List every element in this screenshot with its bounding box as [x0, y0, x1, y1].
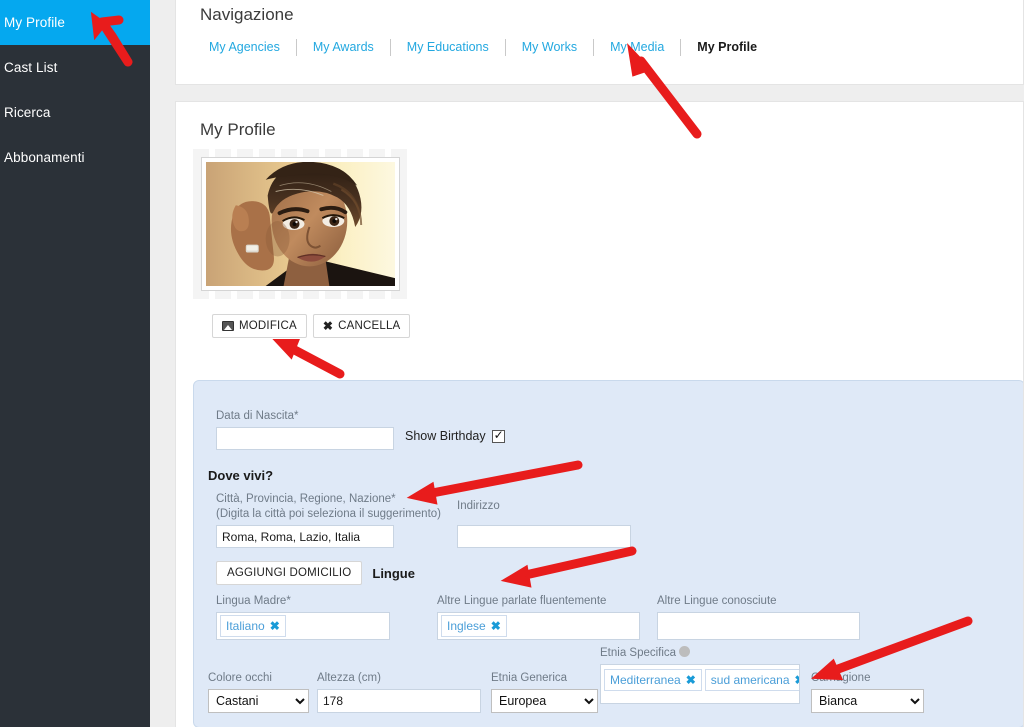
eye-color-field: Colore occhi Castani — [208, 671, 309, 713]
specific-ethnicity-field: Etnia Specifica Mediterranea ✖ sud ameri… — [600, 646, 800, 704]
city-field-label: Città, Provincia, Regione, Nazione* — [216, 493, 396, 505]
tag-remove-icon[interactable]: ✖ — [491, 618, 501, 634]
sidebar-item-label: Cast List — [4, 60, 58, 75]
profile-photo — [206, 162, 395, 286]
app-window: My Profile Cast List Ricerca Abbonamenti… — [0, 0, 1024, 727]
city-field: Città, Provincia, Regione, Nazione* (Dig… — [216, 492, 441, 548]
generic-ethnicity-select[interactable]: Europea — [491, 689, 598, 713]
navigation-card: Navigazione My Agencies My Awards My Edu… — [175, 0, 1024, 85]
tag-label: Mediterranea — [610, 673, 681, 687]
known-languages-label: Altre Lingue conosciute — [657, 595, 777, 607]
fluent-languages-field: Altre Lingue parlate fluentemente Ingles… — [437, 594, 640, 640]
mother-tongue-field: Lingua Madre* Italiano ✖ — [216, 594, 390, 640]
city-input[interactable] — [216, 525, 394, 548]
tab-my-agencies[interactable]: My Agencies — [193, 38, 296, 56]
profile-form-panel: Data di Nascita* Show Birthday Dove vivi… — [193, 380, 1023, 727]
navigation-title: Navigazione — [200, 5, 294, 24]
sidebar-item-ricerca[interactable]: Ricerca — [0, 90, 150, 135]
specific-ethnicity-tagbox[interactable]: Mediterranea ✖ sud americana ✖ — [600, 664, 800, 704]
specific-ethnicity-label-text: Etnia Specifica — [600, 647, 677, 659]
tag-label: sud americana — [710, 673, 790, 687]
sidebar-item-my-profile[interactable]: My Profile — [0, 0, 150, 45]
image-icon — [222, 321, 234, 331]
eye-color-select[interactable]: Castani — [208, 689, 309, 713]
main-content: Navigazione My Agencies My Awards My Edu… — [150, 0, 1024, 727]
close-icon: ✖ — [322, 319, 334, 333]
tag-remove-icon[interactable]: ✖ — [270, 618, 280, 634]
mother-tongue-tagbox[interactable]: Italiano ✖ — [216, 612, 390, 640]
height-field: Altezza (cm) — [317, 671, 481, 713]
address-input[interactable] — [457, 525, 631, 548]
city-field-hint: (Digita la città poi seleziona il sugger… — [216, 508, 441, 520]
tag-chip[interactable]: sud americana ✖ — [704, 669, 800, 691]
tag-remove-icon[interactable]: ✖ — [795, 672, 800, 688]
known-languages-field: Altre Lingue conosciute — [657, 594, 860, 640]
edit-photo-button[interactable]: MODIFICA — [212, 314, 307, 338]
sidebar-item-label: Ricerca — [4, 105, 51, 120]
tab-my-works[interactable]: My Works — [506, 38, 593, 56]
add-domicile-label: AGGIUNGI DOMICILIO — [227, 567, 352, 579]
tag-label: Italiano — [226, 619, 265, 633]
tag-chip[interactable]: Inglese ✖ — [441, 615, 507, 637]
add-domicile-button[interactable]: AGGIUNGI DOMICILIO — [216, 561, 363, 585]
tag-remove-icon[interactable]: ✖ — [686, 672, 696, 688]
page-title: My Profile — [200, 120, 276, 139]
sidebar: My Profile Cast List Ricerca Abbonamenti — [0, 0, 150, 727]
height-label: Altezza (cm) — [317, 672, 381, 684]
domicile-row: AGGIUNGI DOMICILIO Lingue — [216, 561, 415, 585]
generic-ethnicity-label: Etnia Generica — [491, 672, 568, 684]
delete-photo-button[interactable]: ✖ CANCELLA — [312, 314, 411, 338]
tag-label: Inglese — [447, 619, 486, 633]
profile-photo-frame — [201, 157, 400, 291]
known-languages-tagbox[interactable] — [657, 612, 860, 640]
tab-my-educations[interactable]: My Educations — [391, 38, 505, 56]
complexion-label: Carnagione — [811, 672, 871, 684]
eye-color-label: Colore occhi — [208, 672, 272, 684]
lingue-heading: Lingue — [372, 565, 415, 581]
fluent-languages-label: Altre Lingue parlate fluentemente — [437, 595, 607, 607]
generic-ethnicity-field: Etnia Generica Europea — [491, 671, 598, 713]
complexion-select[interactable]: Bianca — [811, 689, 924, 713]
show-birthday-group[interactable]: Show Birthday — [405, 428, 505, 443]
mother-tongue-label: Lingua Madre* — [216, 595, 291, 607]
tab-my-profile[interactable]: My Profile — [681, 38, 773, 56]
birthdate-label: Data di Nascita* — [216, 410, 299, 422]
fluent-languages-tagbox[interactable]: Inglese ✖ — [437, 612, 640, 640]
help-icon[interactable] — [679, 646, 691, 657]
show-birthday-label: Show Birthday — [405, 429, 486, 443]
height-input[interactable] — [317, 689, 481, 713]
sidebar-item-abbonamenti[interactable]: Abbonamenti — [0, 135, 150, 180]
profile-card: My Profile MODIFICA ✖ CANCELLA Data di N… — [175, 101, 1024, 727]
complexion-field: Carnagione Bianca — [811, 671, 924, 713]
navigation-tabs: My Agencies My Awards My Educations My W… — [193, 38, 773, 56]
birthdate-field: Data di Nascita* — [216, 409, 394, 450]
tab-my-awards[interactable]: My Awards — [297, 38, 390, 56]
photo-actions: MODIFICA ✖ CANCELLA — [212, 314, 411, 338]
edit-photo-label: MODIFICA — [239, 320, 297, 332]
tab-my-media[interactable]: My Media — [594, 38, 680, 56]
sidebar-item-label: Abbonamenti — [4, 150, 85, 165]
tag-chip[interactable]: Italiano ✖ — [220, 615, 286, 637]
dove-vivi-heading: Dove vivi? — [208, 468, 274, 483]
profile-photo-container — [193, 149, 409, 299]
address-field: Indirizzo — [457, 499, 631, 548]
specific-ethnicity-label: Etnia Specifica — [600, 646, 800, 661]
delete-photo-label: CANCELLA — [338, 320, 401, 332]
address-label: Indirizzo — [457, 500, 500, 512]
sidebar-item-cast-list[interactable]: Cast List — [0, 45, 150, 90]
sidebar-item-label: My Profile — [4, 15, 66, 30]
birthdate-input[interactable] — [216, 427, 394, 450]
show-birthday-checkbox[interactable] — [491, 428, 505, 443]
tag-chip[interactable]: Mediterranea ✖ — [604, 669, 702, 691]
